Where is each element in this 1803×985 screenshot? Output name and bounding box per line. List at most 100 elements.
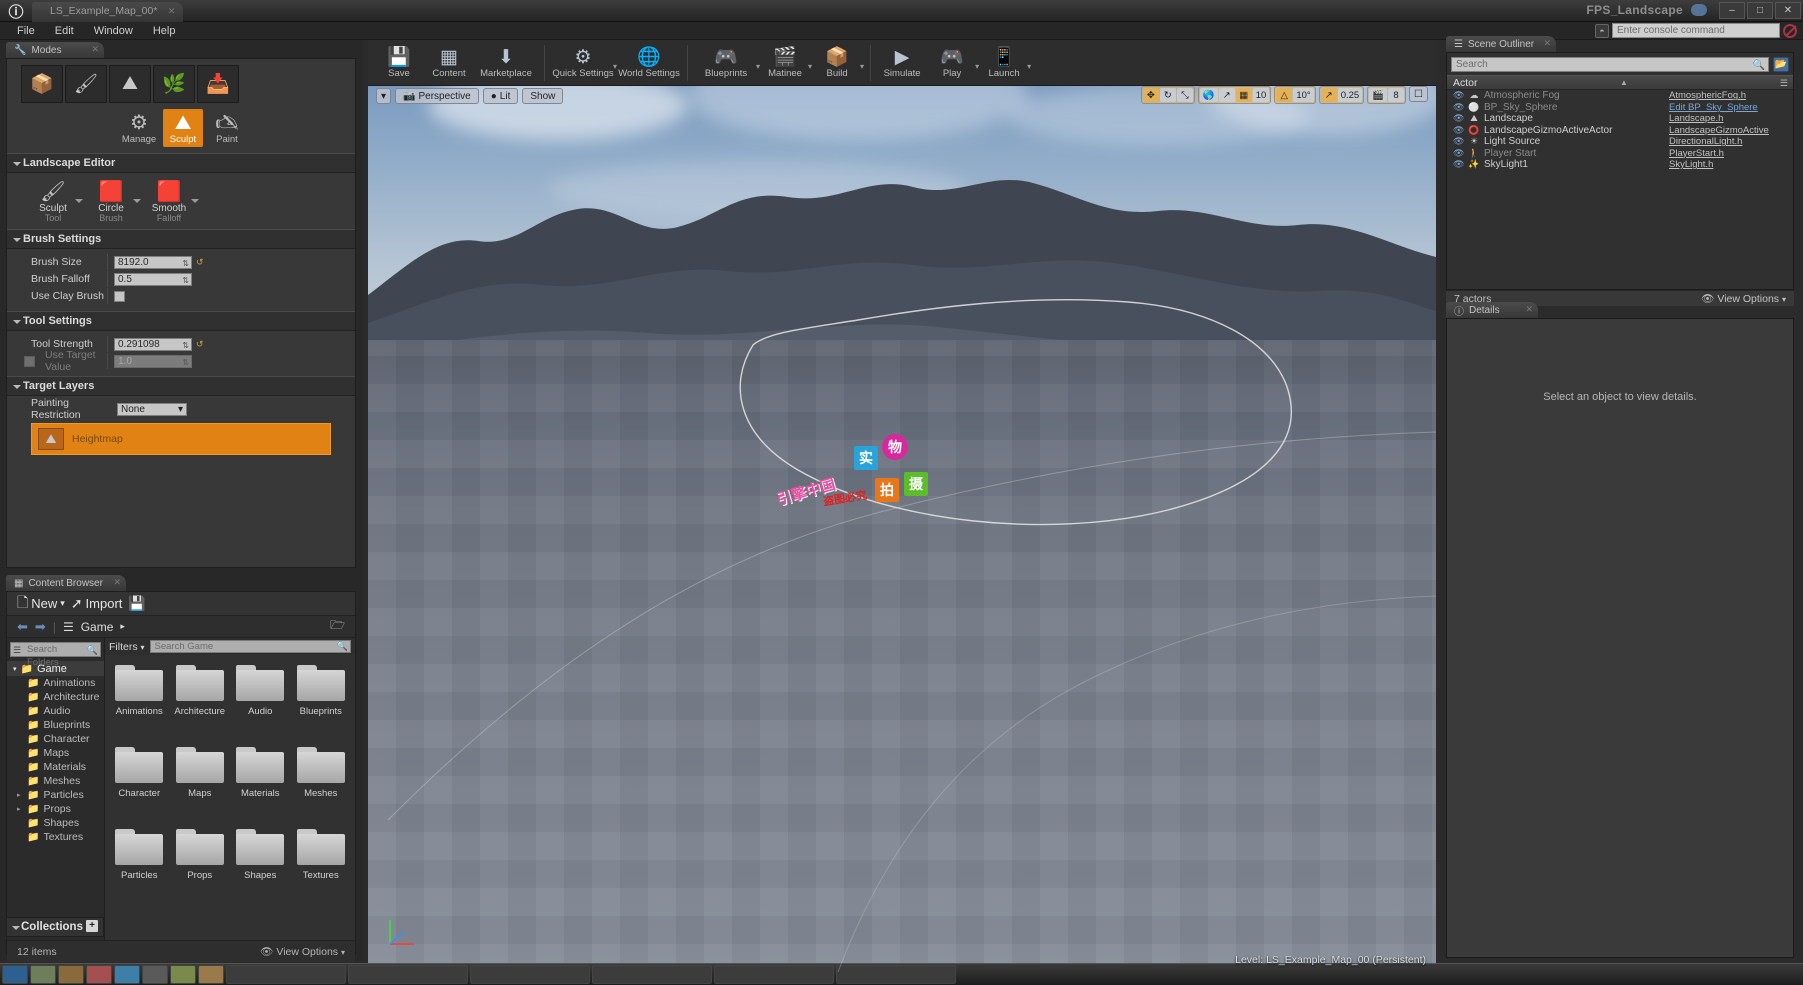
outliner-row[interactable]: 👁⛰LandscapeLandscape.h [1447,113,1793,125]
asset-search-input[interactable]: Search Game 🔍 [150,640,351,653]
level-viewport[interactable]: ▾ 📷 Perspective ● Lit Show ✥ ↻ ⤡ 🌎 ↗ [368,40,1436,972]
tree-item-character[interactable]: 📁Character [7,732,104,746]
outliner-row[interactable]: 👁⭕LandscapeGizmoActiveActorLandscapeGizm… [1447,125,1793,137]
use-target-value-checkbox[interactable] [24,356,35,367]
close-button[interactable]: ✕ [1775,2,1801,19]
menu-item-edit[interactable]: Edit [46,23,83,39]
close-icon[interactable]: ✕ [113,577,121,588]
outliner-row-source[interactable]: LandscapeGizmoActive [1669,125,1787,136]
tree-item-textures[interactable]: 📁Textures [7,830,104,844]
add-collection-icon[interactable]: + [86,920,98,932]
taskbar-item[interactable] [30,965,56,984]
taskbar-window-button[interactable] [348,965,468,984]
taskbar-item[interactable] [58,965,84,984]
outliner-row-source[interactable]: Edit BP_Sky_Sphere [1669,102,1787,113]
show-menu-button[interactable]: Show [522,88,563,104]
outliner-row-source[interactable]: SkyLight.h [1669,159,1787,170]
brush-size-input[interactable]: 8192.0 ⇅ [114,256,192,269]
asset-folder-item[interactable]: Shapes [230,829,291,911]
taskbar-item[interactable] [170,965,196,984]
taskbar-item[interactable] [142,965,168,984]
visibility-eye-icon[interactable]: 👁 [1453,136,1464,147]
document-tab[interactable]: LS_Example_Map_00* ✕ [32,2,183,22]
use-clay-brush-checkbox[interactable] [114,291,125,302]
spinner-icon[interactable]: ⇅ [182,275,189,286]
camera-mode-button[interactable]: 📷 Perspective [395,88,479,104]
maximize-button[interactable]: □ [1747,2,1773,19]
new-asset-button[interactable]: 🗋 New ▾ [17,592,65,616]
tree-item-blueprints[interactable]: 📁Blueprints [7,718,104,732]
spinner-icon[interactable]: ⇅ [182,258,189,269]
taskbar-item[interactable] [198,965,224,984]
taskbar-item[interactable] [114,965,140,984]
asset-folder-item[interactable]: Meshes [291,747,352,829]
asset-folder-item[interactable]: Architecture [170,665,231,747]
grid-snap-value[interactable]: 10 [1253,88,1270,102]
viewport-options-button[interactable]: ▾ [376,88,391,104]
save-all-button[interactable]: 💾 [128,595,145,612]
tree-item-materials[interactable]: 📁Materials [7,760,104,774]
tree-item-props[interactable]: ▸📁Props [7,802,104,816]
asset-folder-item[interactable]: Maps [170,747,231,829]
target-layer-heightmap[interactable]: ⛰ Heightmap [31,423,331,455]
section-target-layers[interactable]: Target Layers [7,376,355,396]
view-mode-button[interactable]: ● Lit [483,88,519,104]
close-icon[interactable]: ✕ [168,6,176,17]
forward-icon[interactable]: ➡ [35,619,46,635]
asset-folder-item[interactable]: Blueprints [291,665,352,747]
folder-search-input[interactable]: ☰ Search Folders 🔍 [10,642,101,657]
asset-folder-item[interactable]: Materials [230,747,291,829]
toolbar-button-content[interactable]: ▦Content [424,45,474,81]
toolbar-button-marketplace[interactable]: ⬇Marketplace [474,45,538,81]
sort-ascending-icon[interactable]: ▲ [1620,78,1628,87]
outliner-row[interactable]: 👁✨SkyLight1SkyLight.h [1447,159,1793,171]
scene-outliner-tab[interactable]: ☰ Scene Outliner ✕ [1446,36,1556,52]
spinner-icon[interactable]: ⇅ [182,340,189,351]
surface-snap-icon[interactable]: ↗ [1219,88,1235,102]
taskbar-window-button[interactable] [836,965,956,984]
close-icon[interactable]: ✕ [91,44,99,55]
mode-button-geometry[interactable]: 📥 [197,65,239,103]
toolbar-button-build[interactable]: 📦Build [812,45,862,81]
toolbar-button-simulate[interactable]: ▶Simulate [877,45,927,81]
taskbar-window-button[interactable] [226,965,346,984]
visibility-eye-icon[interactable]: 👁 [1453,102,1464,113]
toolbar-button-save[interactable]: 💾Save [374,45,424,81]
taskbar-item[interactable] [86,965,112,984]
camera-speed-icon[interactable]: 🎬 [1369,88,1387,102]
camera-speed-value[interactable]: 8 [1388,88,1404,102]
section-tool-settings[interactable]: Tool Settings [7,311,355,331]
subtool-paint[interactable]: 🖎 Paint [207,109,247,147]
tool-sculpt[interactable]: 🖌 Sculpt Tool [31,181,83,223]
outliner-row-source[interactable]: Landscape.h [1669,113,1787,124]
visibility-eye-icon[interactable]: 👁 [1453,148,1464,159]
chevron-down-icon[interactable]: ▾ [1027,62,1031,71]
menu-item-window[interactable]: Window [85,23,142,39]
toolbar-button-play[interactable]: 🎮Play [927,45,977,81]
scale-icon[interactable]: ⤡ [1177,88,1193,102]
toolbar-button-quick-settings[interactable]: ⚙Quick Settings [551,45,615,81]
painting-restriction-select[interactable]: None ▾ [117,403,187,416]
chevron-down-icon[interactable]: ▾ [860,62,864,71]
chevron-right-icon[interactable]: ▸ [17,791,21,799]
details-tab[interactable]: ⓘ Details ✕ [1446,302,1538,318]
tool-circle-brush[interactable]: 🟥 Circle Brush [89,181,141,223]
chevron-down-icon[interactable] [133,199,141,207]
asset-folder-item[interactable]: Props [170,829,231,911]
world-space-icon[interactable]: 🌎 [1200,88,1218,102]
taskbar-window-button[interactable] [592,965,712,984]
mode-button-paint[interactable]: 🖌 [65,65,107,103]
chevron-right-icon[interactable]: ▸ [17,805,21,813]
view-options-button[interactable]: 👁 View Options ▾ [260,945,345,958]
tree-item-maps[interactable]: 📁Maps [7,746,104,760]
asset-folder-item[interactable]: Animations [109,665,170,747]
collections-header[interactable]: Collections + [6,917,104,937]
section-landscape-editor[interactable]: Landscape Editor [7,153,355,173]
outliner-search-input[interactable]: Search 🔍 [1451,57,1769,72]
mode-button-foliage[interactable]: 🌿 [153,65,195,103]
column-settings-icon[interactable]: ☰ [1780,78,1788,89]
tree-item-meshes[interactable]: 📁Meshes [7,774,104,788]
scale-snap-icon[interactable]: ↗ [1321,88,1337,102]
minimize-button[interactable]: – [1719,2,1745,19]
toolbar-button-launch[interactable]: 📱Launch [979,45,1029,81]
